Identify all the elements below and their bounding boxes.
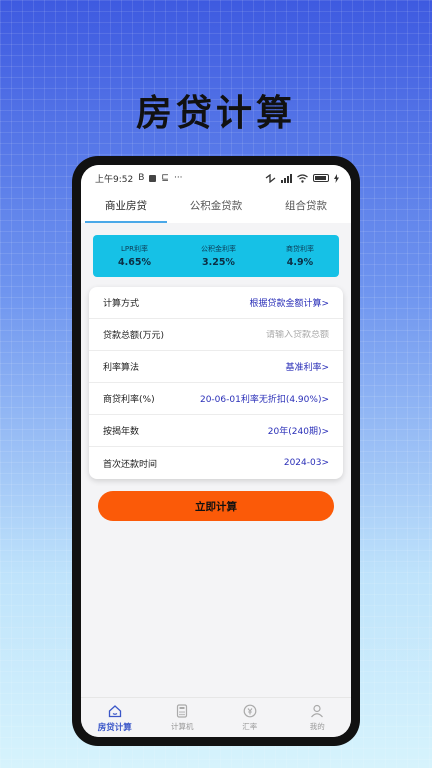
charging-icon xyxy=(334,173,339,183)
nav-label: 我的 xyxy=(309,722,325,731)
phone-frame: 上午9:52 B ⊑ ··· 商业房贷 公积金贷款 组合贷款 LPR利率 4.6… xyxy=(72,156,360,746)
rate-label: 商贷利率 xyxy=(285,245,314,253)
tab-combined-loan[interactable]: 组合贷款 xyxy=(261,191,351,223)
rate-method-label: 利率算法 xyxy=(103,363,140,373)
tab-commercial-loan[interactable]: 商业房贷 xyxy=(81,191,171,223)
nav-item-exchange-rate[interactable]: 汇率 xyxy=(216,698,284,737)
battery-icon xyxy=(313,174,329,182)
rate-commercial: 商贷利率 4.9% xyxy=(286,244,314,268)
status-extra: B xyxy=(138,173,145,183)
rate-value: 4.9% xyxy=(286,257,314,268)
commercial-rate-row[interactable]: 商贷利率(%) 20-06-01利率无折扣(4.90%)> xyxy=(89,383,343,415)
rate-label: 公积金利率 xyxy=(200,245,236,253)
rate-method-value[interactable]: 基准利率> xyxy=(285,360,329,373)
rate-value: 3.25% xyxy=(201,257,235,268)
calc-method-value[interactable]: 根据贷款金额计算> xyxy=(249,296,329,309)
calculator-icon xyxy=(174,703,190,719)
rate-provident-fund: 公积金利率 3.25% xyxy=(201,244,236,268)
years-label: 按揭年数 xyxy=(103,427,140,437)
loan-amount-row: 贷款总额(万元) xyxy=(89,319,343,351)
nav-item-mortgage[interactable]: 房贷计算 xyxy=(81,698,149,737)
loan-amount-label: 贷款总额(万元) xyxy=(103,331,165,341)
tab-provident-fund-loan[interactable]: 公积金贷款 xyxy=(171,191,261,223)
profile-icon xyxy=(309,703,325,719)
signal-icon xyxy=(281,173,292,183)
years-value[interactable]: 20年(240期)> xyxy=(268,424,329,437)
promo-title: 房贷计算 xyxy=(135,92,296,134)
rate-method-row[interactable]: 利率算法 基准利率> xyxy=(89,351,343,383)
nav-item-calculator[interactable]: 计算机 xyxy=(149,698,217,737)
loan-form: 计算方式 根据贷款金额计算> 贷款总额(万元) 利率算法 基准利率> 商贷利率(… xyxy=(89,287,343,479)
loan-type-tabs: 商业房贷 公积金贷款 组合贷款 xyxy=(81,191,351,223)
status-time: 上午9:52 xyxy=(95,174,134,185)
status-bar: 上午9:52 B ⊑ ··· xyxy=(81,165,351,191)
loan-amount-input[interactable] xyxy=(209,329,329,340)
calc-method-label: 计算方式 xyxy=(103,299,140,309)
first-payment-row[interactable]: 首次还款时间 2024-03> xyxy=(89,447,343,479)
exchange-icon xyxy=(242,703,258,719)
first-payment-label: 首次还款时间 xyxy=(103,459,158,470)
nav-item-profile[interactable]: 我的 xyxy=(284,698,352,737)
wifi-icon xyxy=(297,173,308,183)
calc-method-row[interactable]: 计算方式 根据贷款金额计算> xyxy=(89,287,343,319)
rates-card: LPR利率 4.65% 公积金利率 3.25% 商贷利率 4.9% xyxy=(93,235,339,277)
nav-label: 计算机 xyxy=(171,722,194,731)
bottom-nav: 房贷计算 计算机 汇率 我的 xyxy=(81,697,351,737)
commercial-rate-label: 商贷利率(%) xyxy=(103,395,155,405)
more-dots: ··· xyxy=(173,173,183,183)
rate-label: LPR利率 xyxy=(120,245,148,253)
status-n-glyph: ⊑ xyxy=(161,173,169,183)
house-icon xyxy=(107,703,123,719)
nfc-icon xyxy=(265,173,276,183)
rate-value: 4.65% xyxy=(118,257,151,268)
nav-label: 房贷计算 xyxy=(97,722,132,733)
commercial-rate-value[interactable]: 20-06-01利率无折扣(4.90%)> xyxy=(200,392,329,405)
calculate-button[interactable]: 立即计算 xyxy=(98,491,334,521)
years-row[interactable]: 按揭年数 20年(240期)> xyxy=(89,415,343,447)
notification-icon xyxy=(149,174,157,182)
first-payment-value[interactable]: 2024-03> xyxy=(284,458,329,468)
app-screen: 上午9:52 B ⊑ ··· 商业房贷 公积金贷款 组合贷款 LPR利率 4.6… xyxy=(81,165,351,737)
rate-lpr: LPR利率 4.65% xyxy=(118,244,151,268)
nav-label: 汇率 xyxy=(242,722,258,731)
